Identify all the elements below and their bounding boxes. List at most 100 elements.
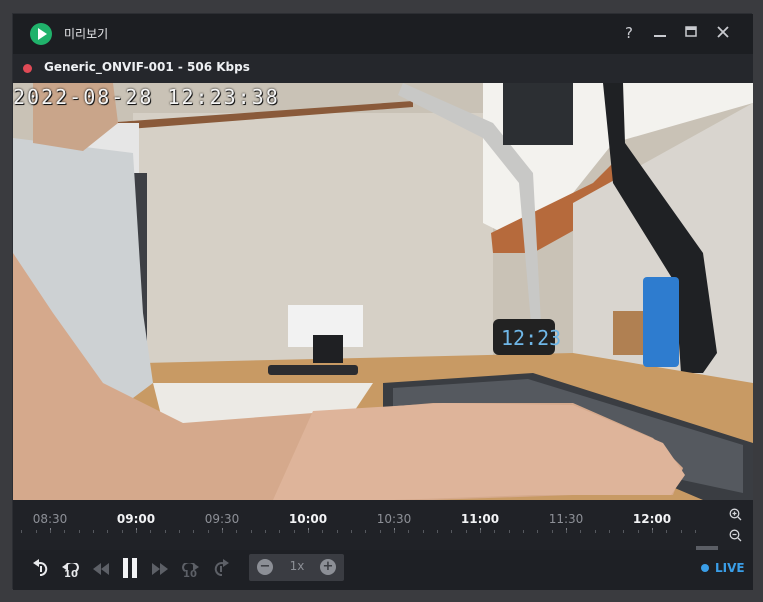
timeline-minor-tick — [580, 530, 581, 533]
redo-step-icon — [214, 559, 229, 576]
skip-back-10-button[interactable]: 10 — [60, 558, 82, 582]
zoom-out-button[interactable] — [726, 529, 744, 545]
timeline-tick-label: 11:00 — [460, 512, 500, 526]
rewind-button[interactable] — [91, 558, 111, 582]
timeline-minor-tick — [107, 530, 108, 533]
timeline-tick-label: 10:00 — [288, 512, 328, 526]
close-button[interactable] — [712, 22, 734, 44]
timeline-minor-tick — [623, 530, 624, 533]
timeline-minor-tick — [322, 530, 323, 533]
timeline-minor-tick — [638, 530, 639, 533]
timeline-minor-tick — [408, 530, 409, 533]
timeline-minor-tick — [50, 530, 51, 533]
stream-status-dot — [23, 64, 32, 73]
timeline-minor-tick — [222, 530, 223, 533]
speed-control: − 1x + — [249, 554, 344, 581]
timeline-minor-tick — [423, 530, 424, 533]
timeline-minor-tick — [566, 530, 567, 533]
timeline-minor-tick — [308, 530, 309, 533]
window-title: 미리보기 — [64, 27, 109, 41]
timeline-minor-tick — [279, 530, 280, 533]
minimize-button[interactable] — [649, 22, 671, 44]
step-forward-button[interactable] — [211, 558, 231, 582]
stream-name: Generic_ONVIF-001 - 506 Kbps — [44, 60, 250, 74]
timeline-minor-tick — [136, 530, 137, 533]
timeline-minor-tick — [179, 530, 180, 533]
timeline-minor-tick — [36, 530, 37, 533]
timeline-minor-tick — [193, 530, 194, 533]
timeline-minor-tick — [437, 530, 438, 533]
timeline-minor-tick — [509, 530, 510, 533]
timeline-minor-tick — [380, 530, 381, 533]
minimize-icon — [654, 35, 666, 37]
playback-controls: 10 10 − 1x + LIVE — [13, 550, 753, 590]
timeline-minor-tick — [208, 530, 209, 533]
live-indicator-dot — [701, 563, 709, 572]
timeline-minor-tick — [150, 530, 151, 533]
timeline-minor-tick — [451, 530, 452, 533]
timeline-minor-tick — [666, 530, 667, 533]
timeline-minor-tick — [64, 530, 65, 533]
timeline-minor-tick — [365, 530, 366, 533]
pause-button[interactable] — [119, 558, 141, 582]
timeline-tick-label: 09:00 — [116, 512, 156, 526]
timeline-minor-tick — [122, 530, 123, 533]
skip-back-10-label: 10 — [64, 569, 78, 580]
undo-step-icon — [33, 559, 48, 576]
timeline-minor-tick — [523, 530, 524, 533]
speed-increase-button[interactable]: + — [320, 559, 336, 575]
pause-icon — [123, 558, 137, 578]
timeline-minor-tick — [351, 530, 352, 533]
skip-forward-10-label: 10 — [183, 569, 197, 580]
video-viewport[interactable]: 12:23 2022-08-28 12:23:38 — [13, 83, 753, 500]
live-button[interactable]: LIVE — [701, 561, 745, 575]
timeline-minor-tick — [494, 530, 495, 533]
timeline-minor-tick — [537, 530, 538, 533]
timeline-minor-tick — [251, 530, 252, 533]
timeline-minor-tick — [394, 530, 395, 533]
skip-forward-10-button[interactable]: 10 — [179, 558, 201, 582]
timeline-tick-label: 08:30 — [32, 512, 68, 526]
timeline-tick-label: 11:30 — [548, 512, 584, 526]
timeline-minor-tick — [294, 530, 295, 533]
timeline-bar[interactable]: 08:30 09:00 09:30 10:00 10:30 11:00 11:30 12:00 — [13, 500, 753, 550]
timeline-tick-label: 12:00 — [632, 512, 672, 526]
zoom-in-button[interactable] — [726, 508, 744, 524]
help-button[interactable]: ? — [618, 22, 640, 44]
zoom-in-icon — [729, 508, 741, 521]
speed-value: 1x — [289, 559, 305, 573]
timeline-minor-tick — [165, 530, 166, 533]
stream-info-bar: Generic_ONVIF-001 - 506 Kbps — [13, 54, 753, 84]
timeline-minor-tick — [466, 530, 467, 533]
live-label: LIVE — [715, 561, 745, 575]
fast-forward-icon — [152, 563, 168, 575]
zoom-out-icon — [729, 529, 741, 542]
step-back-button[interactable] — [31, 558, 51, 582]
speed-decrease-button[interactable]: − — [257, 559, 273, 575]
close-icon — [717, 26, 729, 38]
timeline-minor-tick — [595, 530, 596, 533]
maximize-button[interactable] — [680, 22, 702, 44]
timeline-tick-label: 09:30 — [204, 512, 240, 526]
timeline-minor-tick — [236, 530, 237, 533]
timeline-minor-tick — [552, 530, 553, 533]
osd-timestamp: 2022-08-28 12:23:38 — [13, 85, 280, 109]
play-logo-icon — [30, 23, 52, 45]
timeline-minor-tick — [480, 530, 481, 533]
desk-clock-readout: 12:23 — [501, 326, 561, 350]
timeline-minor-tick — [79, 530, 80, 533]
title-bar: 미리보기 ? — [13, 14, 753, 54]
timeline-minor-tick — [93, 530, 94, 533]
maximize-icon — [685, 26, 697, 37]
timeline-minor-tick — [609, 530, 610, 533]
timeline-minor-tick — [337, 530, 338, 533]
timeline-minor-tick — [652, 530, 653, 533]
timeline-tick-label: 10:30 — [376, 512, 412, 526]
timeline-minor-tick — [21, 530, 22, 533]
timeline-minor-tick — [695, 530, 696, 533]
fast-forward-button[interactable] — [150, 558, 170, 582]
preview-window: 미리보기 ? Generic_ONVIF-001 - 506 Kbps 12:2… — [12, 13, 753, 590]
timeline-minor-tick — [265, 530, 266, 533]
timeline-minor-tick — [681, 530, 682, 533]
camera-frame: 12:23 — [13, 83, 753, 500]
